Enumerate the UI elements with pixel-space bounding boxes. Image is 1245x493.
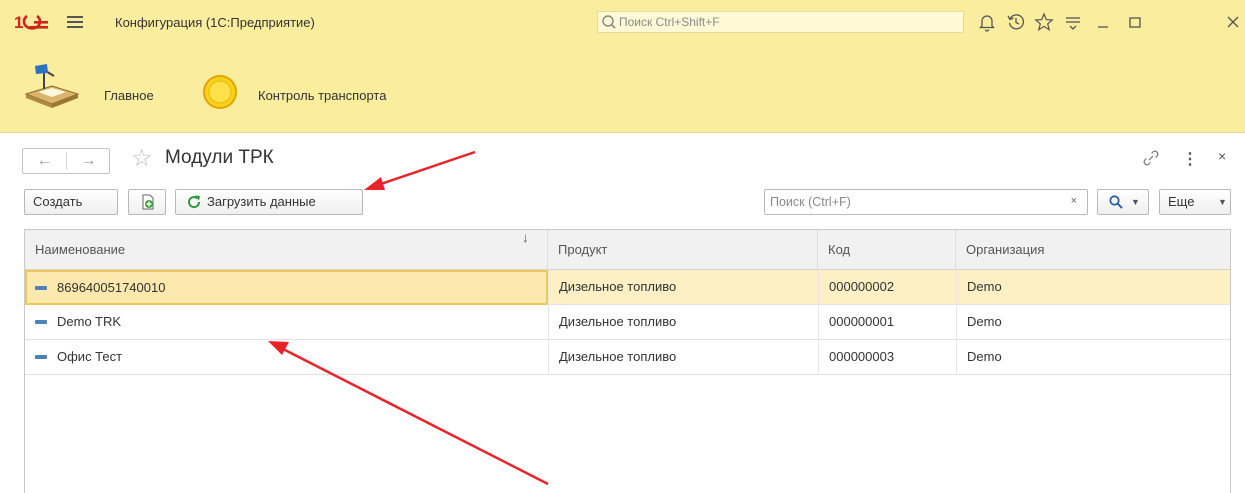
form-close-icon[interactable]: × xyxy=(1218,148,1226,164)
menu-icon[interactable] xyxy=(67,13,83,31)
cell-code: 000000002 xyxy=(818,270,956,305)
more-button[interactable]: Еще ▼ xyxy=(1159,189,1231,215)
chevron-down-icon: ▼ xyxy=(1218,197,1227,207)
column-header-product[interactable]: Продукт xyxy=(548,230,818,270)
table-row[interactable]: Demo TRK Дизельное топливо 000000001 Dem… xyxy=(25,305,1230,340)
forward-arrow-icon[interactable]: → xyxy=(67,149,110,173)
sections-panel: Главное Контроль транспорта xyxy=(0,46,1245,133)
app-title: Конфигурация (1С:Предприятие) xyxy=(115,15,315,30)
minimize-icon[interactable] xyxy=(1092,11,1114,33)
column-header-name[interactable]: Наименование xyxy=(25,230,548,270)
search-placeholder: Поиск (Ctrl+F) xyxy=(770,195,851,209)
load-data-button[interactable]: Загрузить данные xyxy=(175,189,363,215)
title-bar: 1 Конфигурация (1С:Предприятие) Поиск Ct… xyxy=(0,0,1245,46)
history-icon[interactable] xyxy=(1005,11,1027,33)
cell-organization: Demo xyxy=(956,270,1230,305)
link-icon[interactable] xyxy=(1141,148,1161,168)
cell-product: Дизельное топливо xyxy=(548,270,818,305)
cell-name: Офис Тест xyxy=(25,340,548,375)
table-row[interactable]: 869640051740010 Дизельное топливо 000000… xyxy=(25,270,1230,305)
chevron-down-icon: ▼ xyxy=(1131,197,1140,207)
cell-name: 869640051740010 xyxy=(25,270,548,305)
cell-name: Demo TRK xyxy=(25,305,548,340)
search-input[interactable]: Поиск (Ctrl+F) × xyxy=(764,189,1088,215)
data-table: Наименование ↓ Продукт Код Организация 8… xyxy=(24,229,1231,493)
arrow-to-load-button xyxy=(364,150,476,190)
more-vertical-icon[interactable]: ⋮ xyxy=(1182,149,1198,169)
close-icon[interactable] xyxy=(1222,11,1244,33)
settings-icon[interactable] xyxy=(1062,11,1084,33)
table-row[interactable]: Офис Тест Дизельное топливо 000000003 De… xyxy=(25,340,1230,375)
row-name: 869640051740010 xyxy=(57,280,166,295)
magnifier-icon xyxy=(1109,195,1123,209)
page-title: Модули ТРК xyxy=(165,147,274,168)
load-data-label: Загрузить данные xyxy=(207,194,316,209)
yellow-circle-icon[interactable] xyxy=(202,74,238,110)
star-icon[interactable] xyxy=(1033,11,1055,33)
item-dash-icon xyxy=(35,354,47,359)
cell-code: 000000001 xyxy=(818,305,956,340)
search-icon xyxy=(602,15,616,29)
cell-product: Дизельное топливо xyxy=(548,340,818,375)
item-dash-icon xyxy=(35,285,47,290)
clear-search-icon[interactable]: × xyxy=(1071,195,1077,207)
more-button-label: Еще xyxy=(1168,194,1195,209)
item-dash-icon xyxy=(35,319,47,324)
bell-icon[interactable] xyxy=(976,11,998,33)
maximize-icon[interactable] xyxy=(1124,11,1146,33)
cell-organization: Demo xyxy=(956,305,1230,340)
cell-product: Дизельное топливо xyxy=(548,305,818,340)
row-name: Офис Тест xyxy=(57,349,123,364)
global-search-placeholder: Поиск Ctrl+Shift+F xyxy=(619,15,720,29)
refresh-icon xyxy=(188,195,201,209)
section-main[interactable]: Главное xyxy=(104,88,154,103)
sort-down-icon: ↓ xyxy=(522,230,529,245)
global-search-input[interactable]: Поиск Ctrl+Shift+F xyxy=(597,11,964,33)
svg-text:1: 1 xyxy=(14,13,23,32)
favorite-star-icon[interactable]: ☆ xyxy=(131,145,153,173)
column-header-organization[interactable]: Организация xyxy=(956,230,1230,270)
navigation-buttons: ← → xyxy=(22,148,110,174)
desk-lamp-icon[interactable] xyxy=(22,62,80,110)
create-button[interactable]: Создать xyxy=(24,189,118,215)
search-options-button[interactable]: ▼ xyxy=(1097,189,1149,215)
table-header: Наименование ↓ Продукт Код Организация xyxy=(25,230,1230,270)
back-arrow-icon[interactable]: ← xyxy=(23,149,66,173)
cell-organization: Demo xyxy=(956,340,1230,375)
copy-button[interactable] xyxy=(128,189,166,215)
copy-doc-icon xyxy=(142,194,154,210)
column-header-code[interactable]: Код xyxy=(818,230,956,270)
section-transport-control[interactable]: Контроль транспорта xyxy=(258,88,386,103)
cell-code: 000000003 xyxy=(818,340,956,375)
row-name: Demo TRK xyxy=(57,314,122,329)
logo-1c-icon[interactable]: 1 xyxy=(14,12,50,32)
